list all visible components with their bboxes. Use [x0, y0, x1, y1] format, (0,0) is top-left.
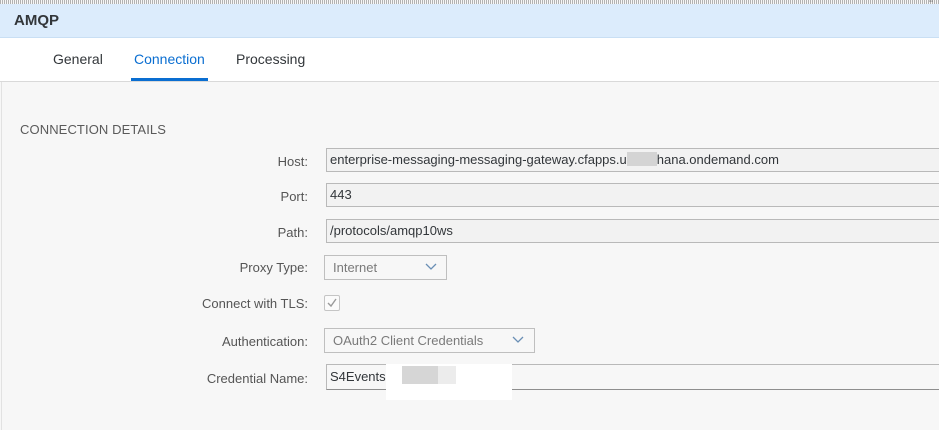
tab-connection[interactable]: Connection — [131, 51, 208, 81]
credential-name-label: Credential Name: — [206, 371, 308, 386]
authentication-value: OAuth2 Client Credentials — [333, 333, 484, 348]
proxy-type-select[interactable]: Internet — [324, 255, 447, 280]
port-field[interactable]: 443 — [326, 183, 939, 207]
page-title: AMQP — [14, 12, 59, 29]
tab-processing[interactable]: Processing — [236, 51, 305, 81]
path-label: Path: — [277, 225, 308, 240]
host-value-suffix: hana.ondemand.com — [656, 152, 779, 167]
port-label: Port: — [280, 189, 308, 204]
tab-bar: General Connection Processing — [0, 38, 939, 82]
chevron-down-icon — [425, 263, 437, 270]
proxy-type-value: Internet — [333, 260, 378, 275]
host-field[interactable]: enterprise-messaging-messaging-gateway.c… — [326, 148, 939, 172]
title-bar: AMQP — [0, 4, 939, 38]
tls-label: Connect with TLS: — [202, 296, 308, 311]
section-title: CONNECTION DETAILS — [20, 122, 167, 137]
host-label: Host: — [277, 154, 308, 169]
redacted-block — [626, 152, 657, 166]
checkmark-icon — [327, 298, 337, 308]
redacted-block — [402, 366, 438, 384]
authentication-label: Authentication: — [221, 334, 308, 349]
chevron-down-icon — [512, 336, 524, 343]
authentication-select[interactable]: OAuth2 Client Credentials — [324, 328, 535, 353]
credential-name-value: S4Events — [330, 369, 386, 384]
tab-general[interactable]: General — [53, 51, 103, 81]
redacted-block — [438, 366, 456, 384]
host-value-prefix: enterprise-messaging-messaging-gateway.c… — [330, 152, 627, 167]
proxy-type-label: Proxy Type: — [239, 260, 308, 275]
path-field[interactable]: /protocols/amqp10ws — [326, 219, 939, 243]
tls-checkbox[interactable] — [324, 295, 340, 311]
